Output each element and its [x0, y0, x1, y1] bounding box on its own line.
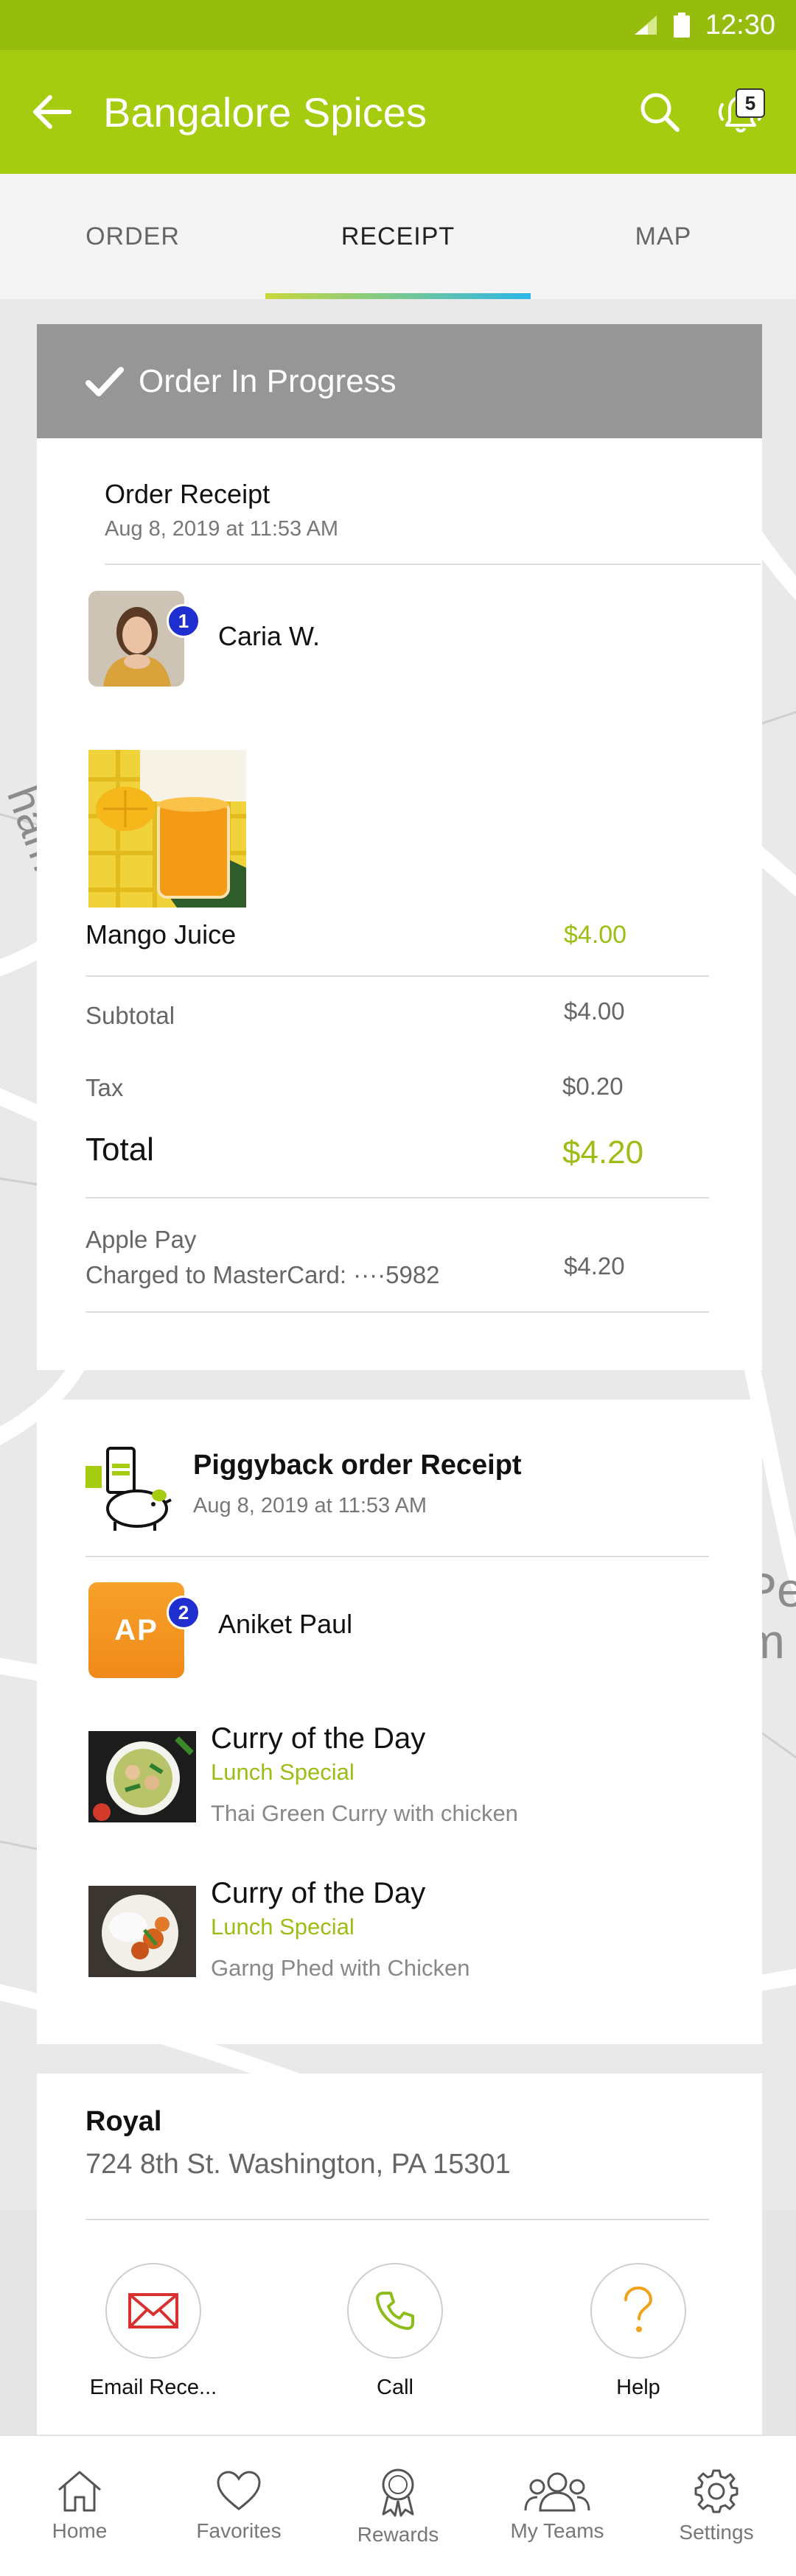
curry-image	[88, 1731, 196, 1822]
order-status-header: Order In Progress	[37, 324, 762, 438]
notifications-button[interactable]: 5	[700, 50, 781, 174]
tab-map[interactable]: MAP	[531, 174, 796, 299]
restaurant-card: Royal 724 8th St. Washington, PA 15301 E…	[37, 2074, 762, 2435]
nav-home-label: Home	[52, 2519, 108, 2542]
search-button[interactable]	[619, 50, 700, 174]
divider	[85, 2219, 709, 2220]
green-curry-photo	[88, 1731, 196, 1822]
divider	[85, 1197, 709, 1198]
nav-home[interactable]: Home	[0, 2436, 159, 2576]
checkmark-icon	[85, 366, 124, 396]
piggyback-icon	[85, 1447, 172, 1531]
nav-my-teams[interactable]: My Teams	[478, 2436, 637, 2576]
search-icon	[640, 93, 680, 132]
status-bar: 12:30	[0, 0, 796, 50]
piggyback-title: Piggyback order Receipt	[193, 1450, 522, 1481]
item-name: Mango Juice	[85, 919, 237, 950]
tab-receipt-label: RECEIPT	[341, 222, 455, 250]
question-icon	[624, 2286, 653, 2332]
subtotal-value: $4.00	[564, 997, 625, 1025]
page-title: Bangalore Spices	[103, 88, 427, 136]
nav-rewards[interactable]: Rewards	[318, 2436, 478, 2576]
payment-value: $4.20	[564, 1252, 625, 1280]
receipt-title: Order Receipt	[105, 479, 270, 509]
curry-image	[88, 1886, 196, 1977]
order-number-badge: 1	[167, 604, 200, 638]
envelope-icon	[128, 2293, 178, 2328]
tax-value: $0.20	[562, 1073, 624, 1100]
person-photo	[88, 591, 184, 687]
divider	[85, 975, 709, 977]
subtotal-label: Subtotal	[85, 1002, 175, 1029]
restaurant-address: 724 8th St. Washington, PA 15301	[85, 2149, 511, 2180]
item-description: Thai Green Curry with chicken	[211, 1800, 518, 1826]
call-button[interactable]	[347, 2263, 443, 2359]
item-price: $4.00	[564, 921, 627, 949]
person-name: Aniket Paul	[218, 1609, 353, 1639]
nav-rewards-label: Rewards	[357, 2523, 439, 2546]
notification-count-badge: 5	[736, 88, 765, 118]
status-time: 12:30	[705, 9, 775, 41]
avatar	[88, 591, 184, 687]
item-title: Curry of the Day	[211, 1722, 426, 1755]
receipt-date: Aug 8, 2019 at 11:53 AM	[105, 517, 339, 541]
back-arrow-icon	[33, 95, 71, 129]
piggyback-receipt-card: Piggyback order Receipt Aug 8, 2019 at 1…	[37, 1400, 762, 2044]
back-button[interactable]	[0, 50, 103, 174]
nav-favorites[interactable]: Favorites	[159, 2436, 318, 2576]
divider	[85, 1311, 709, 1313]
nav-my-teams-label: My Teams	[510, 2519, 604, 2542]
item-title: Curry of the Day	[211, 1877, 426, 1909]
payment-charged: Charged to MasterCard: ····5982	[85, 1261, 440, 1288]
tab-active-indicator	[265, 293, 531, 299]
avatar-initials: AP	[88, 1582, 184, 1678]
total-label: Total	[85, 1131, 154, 1168]
app-bar: Bangalore Spices 5	[0, 50, 796, 174]
order-number-badge: 2	[167, 1596, 200, 1629]
signal-icon	[634, 15, 657, 35]
nav-favorites-label: Favorites	[196, 2519, 282, 2542]
mango-juice-image	[88, 750, 246, 908]
battery-icon	[673, 13, 690, 38]
total-value: $4.20	[562, 1134, 644, 1171]
divider	[85, 1556, 709, 1557]
payment-method: Apple Pay	[85, 1226, 197, 1253]
mango-juice-photo	[88, 750, 246, 908]
nav-settings[interactable]: Settings	[637, 2436, 796, 2576]
award-icon	[382, 2468, 414, 2517]
order-status-text: Order In Progress	[139, 362, 397, 399]
piggyback-date: Aug 8, 2019 at 11:53 AM	[193, 1494, 427, 1517]
divider	[105, 564, 761, 565]
phone-icon	[376, 2292, 414, 2330]
item-subtitle: Lunch Special	[211, 1914, 355, 1940]
help-button[interactable]	[590, 2263, 686, 2359]
restaurant-name: Royal	[85, 2106, 162, 2137]
gear-icon	[694, 2469, 739, 2513]
help-label: Help	[616, 2376, 660, 2399]
order-receipt-card: Order In Progress Order Receipt Aug 8, 2…	[37, 324, 762, 1370]
heart-icon	[217, 2471, 261, 2510]
call-label: Call	[377, 2376, 413, 2399]
item-description: Garng Phed with Chicken	[211, 1955, 470, 1981]
tab-order[interactable]: ORDER	[0, 174, 265, 299]
bottom-navigation: Home Favorites Rewards My Teams Settings	[0, 2435, 796, 2576]
teams-icon	[524, 2472, 590, 2512]
nav-settings-label: Settings	[679, 2521, 754, 2544]
item-subtitle: Lunch Special	[211, 1759, 355, 1785]
tab-receipt[interactable]: RECEIPT	[265, 174, 531, 299]
tax-label: Tax	[85, 1074, 124, 1101]
person-name: Caria W.	[218, 621, 321, 651]
red-curry-photo	[88, 1886, 196, 1977]
tab-bar: ORDER RECEIPT MAP	[0, 174, 796, 299]
email-receipt-button[interactable]	[105, 2263, 201, 2359]
home-icon	[58, 2471, 101, 2512]
email-receipt-label: Email Rece...	[89, 2376, 217, 2399]
